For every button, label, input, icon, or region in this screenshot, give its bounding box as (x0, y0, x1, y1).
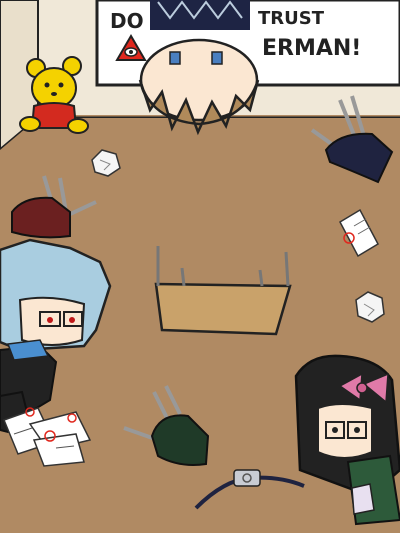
character-shirt (150, 0, 250, 30)
board-line1-left: DO (110, 9, 144, 33)
blue-scarf (6, 339, 50, 361)
board-line1-right: TRUST (258, 8, 325, 29)
character-eye-left (169, 51, 181, 65)
desk-top (154, 282, 292, 336)
scene-canvas: DO TRUST ERMAN! (0, 0, 400, 533)
board-line2-right: ERMAN! (262, 36, 361, 61)
paper-ball (355, 291, 385, 323)
character-eye-right (211, 51, 223, 65)
classroom-scene: DO TRUST ERMAN! (0, 0, 400, 533)
